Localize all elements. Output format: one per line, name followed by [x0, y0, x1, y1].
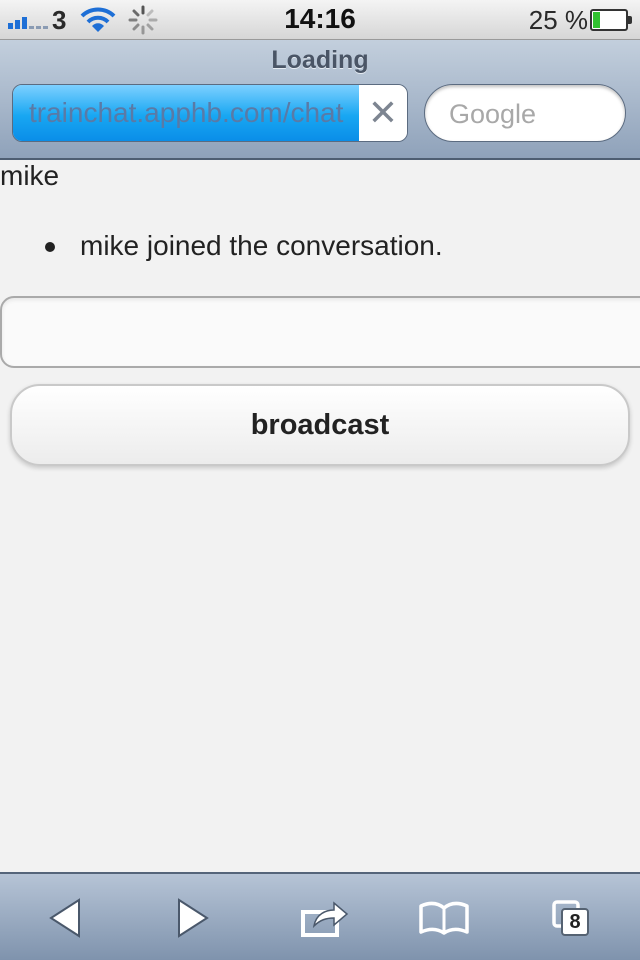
forward-button[interactable]	[153, 884, 233, 952]
page-title: Loading	[271, 46, 369, 74]
url-field[interactable]: trainchat.apphb.com/chat ✕	[12, 84, 408, 142]
search-field[interactable]	[424, 84, 626, 142]
battery-percent: 25 %	[528, 5, 588, 35]
bookmarks-button[interactable]	[404, 884, 484, 952]
share-button[interactable]	[285, 884, 365, 952]
share-icon	[301, 901, 349, 937]
back-icon	[49, 898, 80, 938]
username-label: mike	[0, 160, 60, 191]
page-content: mike mike joined the conversation. broad…	[0, 160, 640, 872]
message-input[interactable]	[0, 296, 640, 368]
browser-toolbar: Loading trainchat.apphb.com/chat ✕	[0, 40, 640, 160]
url-text[interactable]: trainchat.apphb.com/chat	[29, 97, 359, 129]
battery-icon	[590, 9, 632, 31]
bottom-toolbar: 8	[0, 872, 640, 960]
search-input[interactable]	[449, 99, 619, 130]
forward-icon	[178, 898, 209, 938]
list-item: mike joined the conversation.	[0, 228, 640, 264]
tabs-count-badge[interactable]: 8	[561, 908, 589, 936]
bookmarks-icon	[419, 901, 469, 935]
back-button[interactable]	[25, 884, 105, 952]
stop-loading-button[interactable]: ✕	[359, 85, 407, 141]
battery-fill	[593, 12, 600, 28]
status-bar: 3 14:16 25 %	[0, 0, 640, 40]
message-list: mike joined the conversation.	[0, 228, 640, 264]
broadcast-button[interactable]: broadcast	[10, 384, 630, 466]
